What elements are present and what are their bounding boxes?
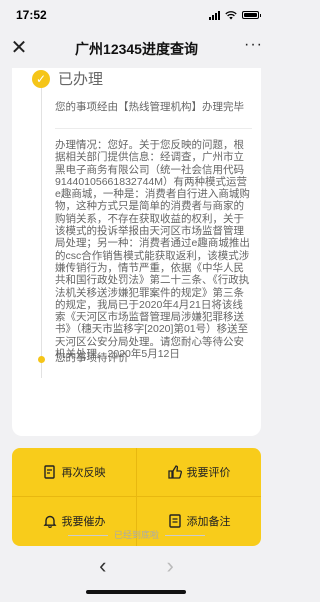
forward-icon[interactable]: ›: [167, 553, 174, 579]
more-icon[interactable]: ···: [244, 36, 263, 54]
navbar: ✕ 广州12345进度查询 ···: [0, 30, 273, 68]
done-label: 已办理: [58, 71, 104, 88]
progress-card: ✓ 已办理 您的事项经由【热线管理机构】办理完毕 办理情况：您好。关于您反映的问…: [12, 68, 261, 436]
check-icon: ✓: [32, 69, 50, 88]
note-icon: [168, 514, 181, 528]
back-icon[interactable]: ‹: [99, 553, 106, 579]
evaluate-button[interactable]: 我要评价: [137, 448, 261, 496]
thumbs-up-icon: [167, 465, 182, 479]
add-note-label: 添加备注: [186, 516, 231, 528]
status-time: 17:52: [16, 8, 47, 22]
resubmit-button[interactable]: 再次反映: [12, 448, 136, 496]
urge-label: 我要催办: [61, 516, 106, 528]
done-status: ✓ 已办理: [32, 68, 103, 89]
browser-nav: ‹ ›: [0, 546, 273, 586]
status-icons: [209, 10, 261, 20]
timeline-line: [41, 78, 42, 378]
signal-icon: [209, 10, 220, 20]
home-indicator: [86, 590, 186, 594]
bell-icon: [43, 515, 56, 528]
status-bar: 17:52: [0, 0, 273, 30]
resubmit-label: 再次反映: [61, 467, 106, 479]
pending-evaluation: 您的事项待评价: [55, 352, 129, 364]
evaluate-label: 我要评价: [186, 467, 231, 479]
handling-detail: 办理情况：您好。关于您反映的问题，根据相关部门提供信息：经调查，广州市立黑电子商…: [55, 139, 250, 361]
close-icon[interactable]: ✕: [8, 37, 30, 59]
edit-document-icon: [43, 465, 55, 479]
timeline-dot: [38, 356, 45, 363]
done-summary: 您的事项经由【热线管理机构】办理完毕: [55, 101, 244, 113]
divider: [55, 128, 252, 129]
battery-icon: [242, 11, 261, 19]
end-of-list: 已经到底啦: [0, 528, 273, 541]
page-title: 广州12345进度查询: [75, 41, 198, 57]
wifi-icon: [225, 10, 237, 19]
